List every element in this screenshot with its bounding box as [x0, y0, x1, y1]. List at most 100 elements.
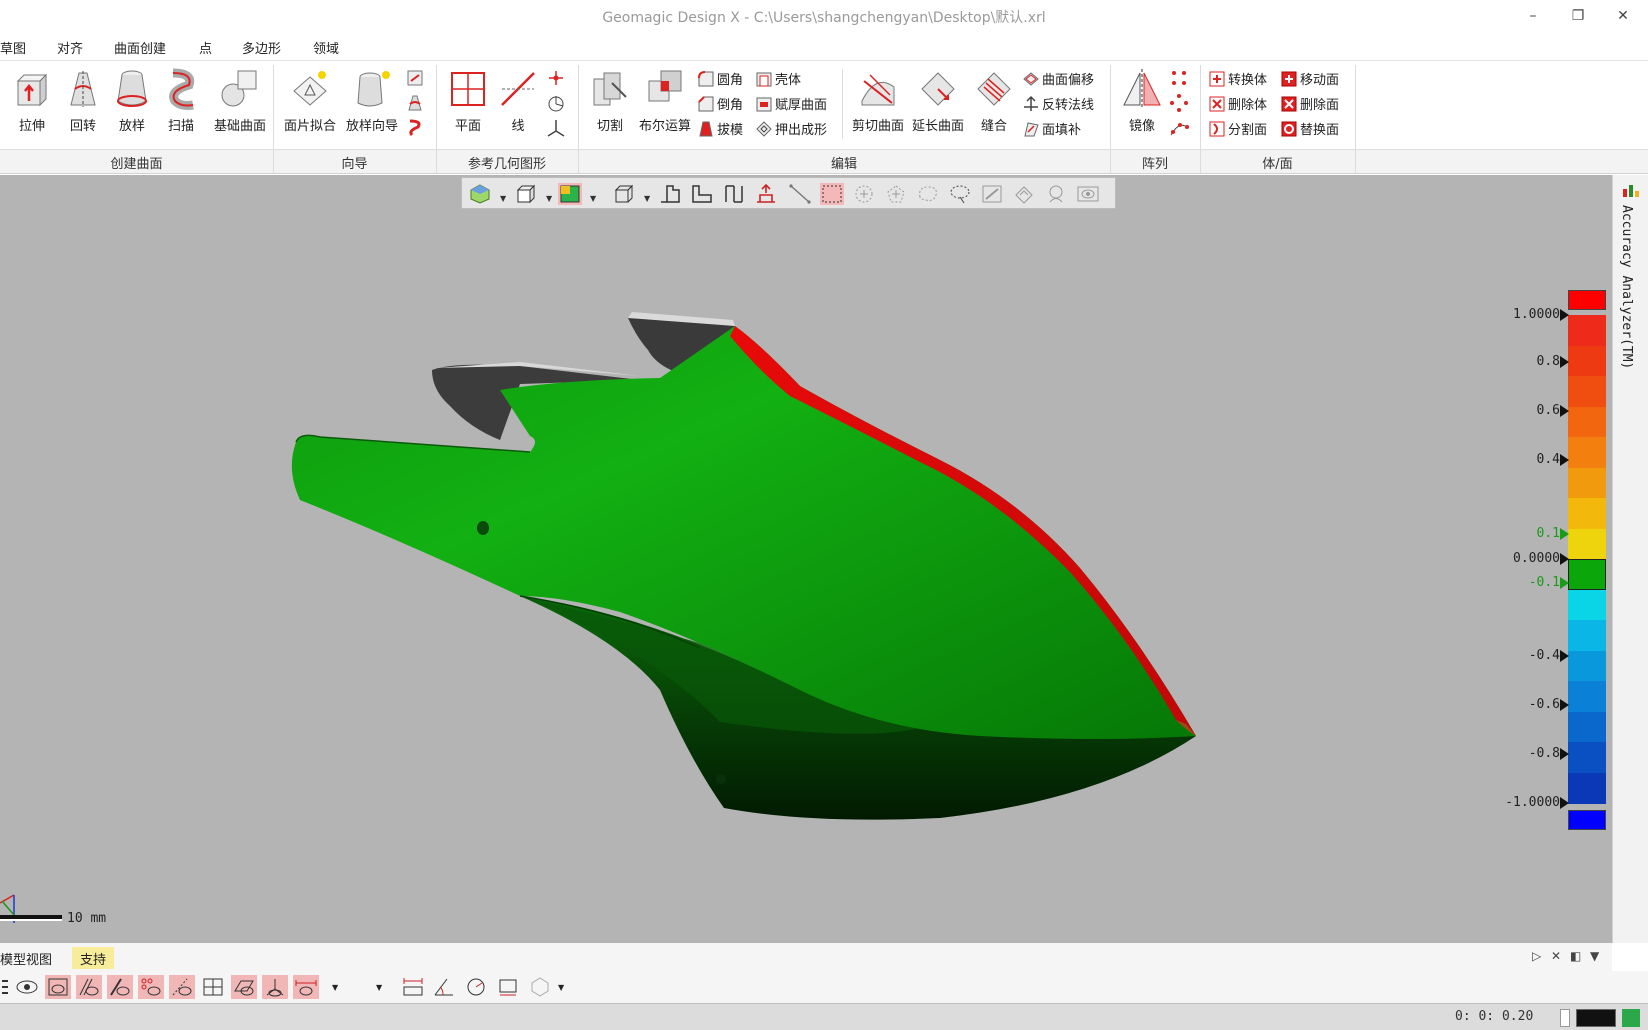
wizard-sweep-icon[interactable]	[404, 117, 426, 139]
circular-pattern-icon[interactable]	[1168, 92, 1190, 114]
extrude-button[interactable]: 拉伸	[4, 65, 60, 134]
minimize-button[interactable]: –	[1513, 4, 1553, 28]
extend-surface-button[interactable]: 延长曲面	[908, 65, 968, 134]
menu-region[interactable]: 领域	[313, 38, 339, 57]
wizard-revolve-icon[interactable]	[404, 92, 426, 114]
legend-marker-icon[interactable]	[1560, 577, 1569, 589]
lasso-select-icon[interactable]	[948, 183, 972, 205]
legend-marker-icon[interactable]	[1560, 650, 1569, 662]
accuracy-analyzer-panel-tab[interactable]: Accuracy Analyzer(TM)	[1612, 175, 1648, 943]
eye-icon[interactable]	[14, 975, 40, 999]
vector-display-icon[interactable]	[169, 975, 195, 999]
mesh-display-icon[interactable]	[45, 975, 71, 999]
tab-model-view[interactable]: 模型视图	[0, 947, 60, 969]
extension-select-icon[interactable]	[1012, 183, 1036, 205]
visibility-icon[interactable]	[1076, 183, 1100, 205]
mesh-fit-button[interactable]: 面片拟合	[280, 65, 340, 134]
curve-pattern-icon[interactable]	[1168, 117, 1190, 139]
dropdown-arrow-icon[interactable]: ▼	[546, 194, 552, 203]
menu-point[interactable]: 点	[199, 38, 212, 57]
cut-button[interactable]: 切割	[582, 65, 638, 134]
boolean-button[interactable]: 布尔运算	[634, 65, 696, 134]
trim-surface-button[interactable]: 剪切曲面	[848, 65, 908, 134]
emboss-button[interactable]: 押出成形	[755, 119, 827, 141]
fill-face-button[interactable]: 面填补	[1022, 119, 1081, 141]
circle-select-icon[interactable]	[852, 183, 876, 205]
legend-marker-icon[interactable]	[1560, 405, 1569, 417]
delete-body-button[interactable]: 删除体	[1208, 94, 1267, 116]
dropdown-arrow-icon[interactable]: ▼	[644, 194, 650, 203]
dropdown-arrow-icon[interactable]: ▼	[376, 983, 382, 992]
dropdown-arrow-icon[interactable]: ▼	[332, 983, 338, 992]
legend-marker-icon[interactable]	[1560, 309, 1569, 321]
wizard-extrude-icon[interactable]	[404, 67, 426, 89]
split-face-button[interactable]: 分割面	[1208, 119, 1267, 141]
view-orientation-icon[interactable]	[468, 183, 492, 205]
plane-display-icon[interactable]	[231, 975, 257, 999]
replace-face-button[interactable]: 替换面	[1280, 119, 1339, 141]
dimension-display-icon[interactable]	[293, 975, 319, 999]
shell-button[interactable]: 壳体	[755, 69, 801, 91]
view-cube-icon[interactable]	[514, 183, 538, 205]
chamfer-button[interactable]: 倒角	[697, 94, 743, 116]
axis-display-icon[interactable]	[262, 975, 288, 999]
convert-body-button[interactable]: 转换体	[1208, 69, 1267, 91]
menu-polygon[interactable]: 多边形	[242, 38, 281, 57]
point-display-icon[interactable]	[138, 975, 164, 999]
dropdown-arrow-icon[interactable]: ▼	[558, 983, 564, 992]
linear-pattern-icon[interactable]	[1168, 67, 1190, 89]
freeform-select-icon[interactable]	[916, 183, 940, 205]
measure-area-icon[interactable]	[495, 975, 521, 999]
grid-display-icon[interactable]	[200, 975, 226, 999]
curve-display-icon[interactable]	[107, 975, 133, 999]
restore-button[interactable]: ❐	[1558, 4, 1598, 28]
hexagon-display-icon[interactable]	[527, 975, 553, 999]
thicken-surface-button[interactable]: 赋厚曲面	[755, 94, 827, 116]
select-line-icon[interactable]	[788, 183, 812, 205]
side-view-icon[interactable]	[722, 183, 746, 205]
rectangle-select-icon[interactable]	[820, 183, 844, 205]
top-view-icon[interactable]	[690, 183, 714, 205]
revolve-button[interactable]: 回转	[55, 65, 111, 134]
base-surface-button[interactable]: 基础曲面	[209, 65, 271, 134]
legend-marker-icon[interactable]	[1560, 528, 1569, 540]
fillet-button[interactable]: 圆角	[697, 69, 743, 91]
dropdown-arrow-icon[interactable]: ▼	[590, 194, 596, 203]
measure-angle-icon[interactable]	[431, 975, 457, 999]
panel-close-icon[interactable]: ✕	[1551, 949, 1561, 963]
ref-point-icon[interactable]	[545, 67, 567, 89]
render-mode-icon[interactable]	[558, 183, 582, 205]
mirror-button[interactable]: 镜像	[1114, 65, 1170, 134]
tab-support[interactable]: 支持	[72, 947, 115, 969]
menu-align[interactable]: 对齐	[57, 38, 83, 57]
menu-surface-create[interactable]: 曲面创建	[114, 38, 166, 57]
stitch-button[interactable]: 缝合	[966, 65, 1022, 134]
section-view-icon[interactable]	[612, 183, 636, 205]
legend-marker-icon[interactable]	[1560, 454, 1569, 466]
line-button[interactable]: 线	[490, 65, 546, 134]
sweep-button[interactable]: 扫描	[153, 65, 209, 134]
legend-marker-icon[interactable]	[1560, 356, 1569, 368]
ref-coordinate-icon[interactable]	[545, 92, 567, 114]
loft-wizard-button[interactable]: 放样向导	[342, 65, 402, 134]
front-view-icon[interactable]	[658, 183, 682, 205]
close-button[interactable]: ✕	[1603, 4, 1643, 28]
menu-sketch[interactable]: 草图	[0, 38, 26, 57]
legend-marker-icon[interactable]	[1560, 748, 1569, 760]
move-face-button[interactable]: 移动面	[1280, 69, 1339, 91]
reverse-normal-button[interactable]: 反转法线	[1022, 94, 1094, 116]
legend-marker-icon[interactable]	[1560, 553, 1569, 565]
legend-marker-icon[interactable]	[1560, 699, 1569, 711]
measure-radius-icon[interactable]	[463, 975, 489, 999]
panel-menu-icon[interactable]: ▼	[1590, 949, 1599, 963]
legend-marker-icon[interactable]	[1560, 797, 1569, 809]
paint-select-icon[interactable]	[980, 183, 1004, 205]
plane-button[interactable]: 平面	[440, 65, 496, 134]
smart-select-icon[interactable]	[1044, 183, 1068, 205]
edge-display-icon[interactable]	[76, 975, 102, 999]
draft-button[interactable]: 拔模	[697, 119, 743, 141]
panel-play-icon[interactable]: ▷	[1532, 949, 1541, 963]
offset-surface-button[interactable]: 曲面偏移	[1022, 69, 1094, 91]
helicopter-canopy-model[interactable]	[0, 175, 1612, 943]
ref-axis-icon[interactable]	[545, 117, 567, 139]
